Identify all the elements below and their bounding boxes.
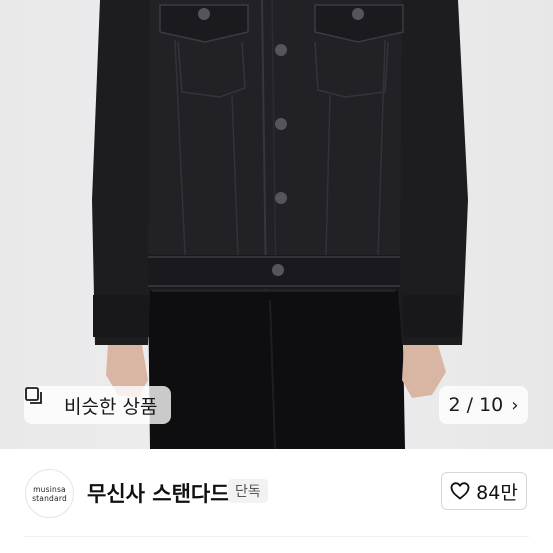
copy-squares-icon (25, 387, 56, 415)
image-pager-text: 2 / 10 (448, 394, 504, 416)
brand-logo[interactable]: musinsa standard (25, 469, 74, 518)
like-button[interactable]: 84만 (441, 472, 527, 510)
similar-products-button[interactable]: 비슷한 상품 (24, 386, 172, 424)
product-image[interactable]: 비슷한 상품 2 / 10 › (0, 0, 553, 449)
logo-line-1: musinsa (33, 484, 66, 494)
chevron-right-icon: › (511, 394, 519, 416)
divider (24, 536, 529, 537)
similar-products-label: 비슷한 상품 (64, 395, 158, 418)
image-pager-button[interactable]: 2 / 10 › (439, 386, 528, 424)
brand-name[interactable]: 무신사 스탠다드 (87, 478, 230, 508)
like-count: 84만 (476, 481, 518, 504)
exclusive-badge: 단독 (228, 479, 268, 503)
logo-line-2: standard (32, 493, 67, 503)
product-photo (92, 0, 468, 449)
heart-outline-icon (450, 482, 470, 500)
